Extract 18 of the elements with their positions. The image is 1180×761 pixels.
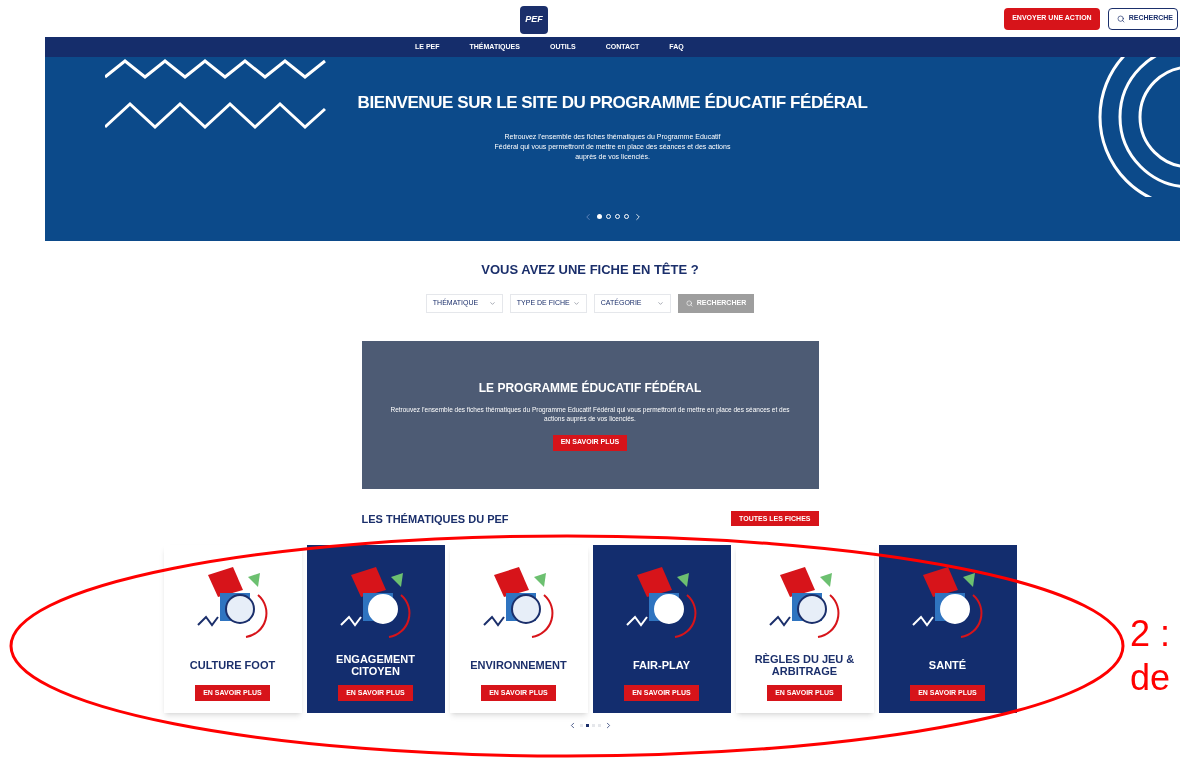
hero-title: BIENVENUE SUR LE SITE DU PROGRAMME ÉDUCATIF FÉDÉRAL (357, 92, 868, 114)
chevron-down-icon (656, 299, 664, 307)
card-title: CULTURE FOOT (188, 659, 277, 671)
chevron-down-icon (572, 299, 580, 307)
themes-title: LES THÉMATIQUES DU PEF (361, 511, 509, 527)
promo-title: LE PROGRAMME ÉDUCATIF FÉDÉRAL (478, 379, 702, 397)
card-title: SANTÉ (927, 659, 968, 671)
search-icon (685, 299, 693, 307)
chevron-down-icon (488, 299, 496, 307)
annotation-text: de (1130, 656, 1171, 700)
section-title: VOUS AVEZ UNE FICHE EN TÊTE ? (481, 261, 699, 279)
card-title: FAIR-PLAY (631, 659, 691, 671)
card-title: ENGAGEMENT CITOYEN (335, 653, 416, 677)
logo[interactable]: PEF (520, 6, 548, 34)
card-title: ENVIRONNEMENT (469, 659, 568, 671)
card-title: RÈGLES DU JEU & ARBITRAGE (753, 653, 856, 677)
annotation-text: 2 : (1130, 612, 1171, 656)
search-icon (1116, 14, 1125, 23)
